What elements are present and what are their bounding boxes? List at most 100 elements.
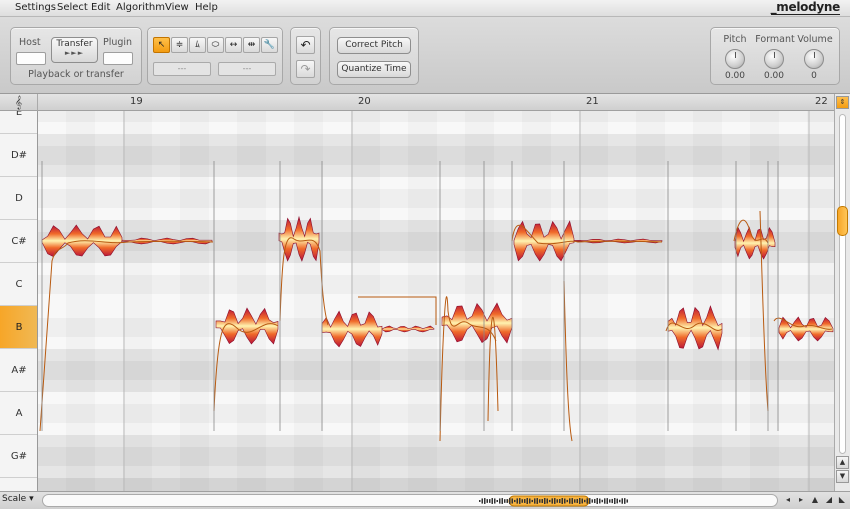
knob-panel: Pitch 0.00 Formant 0.00 Volume 0: [710, 27, 840, 85]
piano-key[interactable]: G#: [0, 435, 37, 478]
volume-knob-label: Volume: [797, 34, 833, 45]
macro-panel: Correct Pitch Quantize Time: [329, 27, 419, 85]
menu-select[interactable]: Select: [57, 2, 88, 13]
correct-pitch-button[interactable]: Correct Pitch: [337, 37, 411, 54]
overview-tick: [544, 498, 546, 504]
menu-help[interactable]: Help: [195, 2, 218, 13]
bottom-bar: Scale ▾ ◂ ▸ ▲ ◢ ◣: [0, 491, 850, 509]
piano-key[interactable]: C#: [0, 220, 37, 263]
beat-column: [579, 111, 608, 491]
overview-tick: [626, 499, 628, 503]
overview-tick: [556, 499, 558, 503]
note-separation-icon[interactable]: ⇹: [243, 37, 260, 53]
scroll-left-icon[interactable]: ◂: [782, 494, 794, 507]
piano-key[interactable]: C: [0, 263, 37, 306]
menu-view[interactable]: View: [165, 2, 189, 13]
bar-ruler[interactable]: 19 20 21 22: [38, 94, 834, 111]
scroll-right-icon[interactable]: ▸: [795, 494, 807, 507]
menu-settings[interactable]: Settings: [15, 2, 56, 13]
scroll-down-icon[interactable]: ▼: [836, 470, 849, 483]
undo-icon[interactable]: ↶: [296, 36, 315, 54]
scroll-up-icon[interactable]: ▲: [836, 456, 849, 469]
overview-tick: [591, 499, 593, 503]
overview-tick: [521, 499, 523, 503]
overview-tick: [506, 499, 508, 503]
tools-panel: ↖ ≑ ﾑ ⬭ ↔ ⇹ 🔧 --- ---: [147, 27, 283, 85]
piano-key[interactable]: E: [0, 111, 37, 134]
overview-tick: [494, 498, 496, 504]
vertical-scroll-track[interactable]: [839, 114, 846, 454]
piano-key[interactable]: D#: [0, 134, 37, 177]
host-field[interactable]: [16, 52, 46, 65]
tool-field-2[interactable]: ---: [218, 62, 276, 76]
menu-edit[interactable]: Edit: [91, 2, 110, 13]
overview-tick: [491, 498, 493, 504]
zoom-fit-icon[interactable]: ⇕: [836, 96, 849, 109]
vertical-scrollbar[interactable]: ⇕ ▲ ▼: [834, 94, 850, 491]
horizontal-scrollbar[interactable]: [42, 494, 778, 507]
transport-status: Playback or transfer: [28, 69, 124, 80]
overview-tick: [539, 499, 541, 503]
overview-tick: [516, 498, 518, 504]
scale-button[interactable]: Scale ▾: [2, 494, 34, 504]
beat-column: [351, 111, 380, 491]
overview-tick: [586, 498, 588, 504]
history-panel: ↶ ↷: [290, 27, 321, 85]
zoom-icon[interactable]: ◣: [836, 494, 848, 507]
quantize-time-button[interactable]: Quantize Time: [337, 61, 411, 78]
overview-tick: [571, 498, 573, 504]
overview-tick: [524, 499, 526, 503]
beat-column: [66, 111, 95, 491]
redo-icon[interactable]: ↷: [296, 60, 315, 78]
piano-key[interactable]: A: [0, 392, 37, 435]
formant-knob[interactable]: [764, 49, 784, 69]
toolbar: Host Transfer ►►► Plugin Playback or tra…: [0, 17, 850, 94]
overview-tick: [534, 498, 536, 504]
overview-tick: [489, 499, 491, 503]
tempo-icon[interactable]: 𝄞: [0, 94, 38, 111]
overview-tick: [594, 498, 596, 504]
overview-tick: [479, 500, 481, 502]
overview-tick: [559, 498, 561, 504]
zoom-in-icon[interactable]: ▲: [809, 494, 821, 507]
transport-panel: Host Transfer ►►► Plugin Playback or tra…: [10, 27, 142, 85]
overview-tick: [536, 498, 538, 504]
note-editor[interactable]: [38, 111, 834, 491]
piano-key[interactable]: B: [0, 306, 37, 349]
overview-tick: [511, 498, 513, 504]
arrow-tool-icon[interactable]: ↖: [153, 37, 170, 53]
overview-tick: [481, 498, 483, 504]
note-editor-canvas[interactable]: [38, 111, 834, 491]
bar-number: 21: [586, 96, 599, 107]
beat-column: [294, 111, 323, 491]
vertical-scroll-thumb[interactable]: [837, 206, 848, 236]
piano-key[interactable]: D: [0, 177, 37, 220]
overview-tick: [596, 498, 598, 504]
overview-tick: [574, 499, 576, 503]
overview-tick: [546, 498, 548, 504]
plugin-field[interactable]: [103, 52, 133, 65]
pitch-tool-icon[interactable]: ≑: [171, 37, 188, 53]
transfer-button[interactable]: Transfer ►►►: [51, 37, 98, 63]
bar-number: 22: [815, 96, 828, 107]
tool-field-1[interactable]: ---: [153, 62, 211, 76]
overview-tick: [504, 499, 506, 503]
piano-key[interactable]: A#: [0, 349, 37, 392]
overview-tick: [584, 499, 586, 503]
overview-tick: [579, 498, 581, 504]
pitch-keyboard: E D# D C# C B A# A G#: [0, 111, 38, 491]
pitch-knob[interactable]: [725, 49, 745, 69]
timing-tool-icon[interactable]: ↔: [225, 37, 242, 53]
volume-knob[interactable]: [804, 49, 824, 69]
formant-knob-value: 0.00: [763, 71, 785, 81]
wrench-icon[interactable]: 🔧: [261, 37, 278, 53]
zoom-out-icon[interactable]: ◢: [823, 494, 835, 507]
overview-tick: [529, 498, 531, 504]
menu-bar: Settings Select Edit Algorithm View Help…: [0, 0, 850, 17]
amplitude-tool-icon[interactable]: ⬭: [207, 37, 224, 53]
menu-algorithm[interactable]: Algorithm: [116, 2, 165, 13]
overview-tick: [501, 498, 503, 504]
beat-column: [693, 111, 722, 491]
formant-tool-icon[interactable]: ﾑ: [189, 37, 206, 53]
overview-tick: [549, 499, 551, 503]
